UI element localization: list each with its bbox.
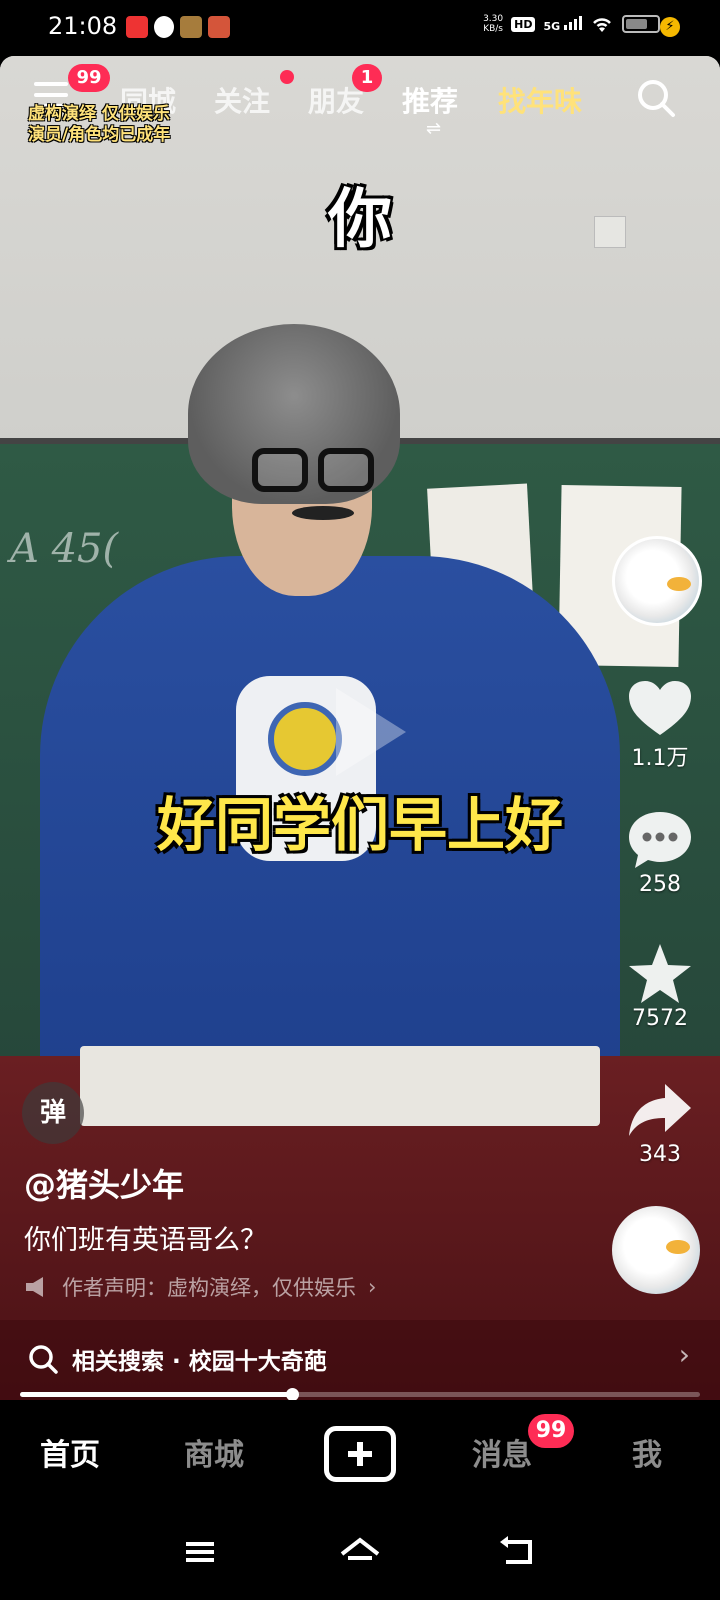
tab-new-year[interactable]: 找年味 bbox=[498, 80, 582, 120]
author-avatar[interactable] bbox=[612, 536, 702, 626]
tab-me[interactable]: 我 bbox=[632, 1430, 662, 1474]
wifi-icon bbox=[593, 18, 611, 32]
app-notification-icon bbox=[208, 16, 230, 38]
glasses-left bbox=[252, 448, 308, 492]
charging-icon: ⚡ bbox=[660, 17, 680, 37]
net-speed-value: 3.30 bbox=[483, 14, 504, 24]
related-search-bar[interactable]: 相关搜索 · 校园十大奇葩 › bbox=[0, 1320, 720, 1400]
chevron-right-icon: › bbox=[368, 1275, 377, 1299]
recent-apps-icon[interactable] bbox=[178, 1532, 222, 1572]
comment-button[interactable]: 258 bbox=[612, 808, 708, 897]
video-disclaimer: 虚构演绎 仅供娱乐 演员/角色均已成年 bbox=[28, 104, 170, 146]
create-plus-button[interactable] bbox=[324, 1426, 396, 1482]
chevron-right-icon: › bbox=[678, 1338, 690, 1371]
heart-icon bbox=[612, 676, 708, 740]
progress-fill bbox=[20, 1392, 292, 1397]
back-icon[interactable] bbox=[496, 1532, 540, 1572]
search-icon[interactable] bbox=[636, 78, 676, 118]
megaphone-icon bbox=[26, 1277, 43, 1297]
video-description[interactable]: 你们班有英语哥么？ bbox=[24, 1218, 267, 1257]
bottom-tab-bar: 首页 商城 消息 99 我 bbox=[0, 1400, 720, 1510]
app-notification-icon bbox=[154, 16, 174, 38]
status-time: 21:08 bbox=[48, 12, 118, 40]
related-search-text: 相关搜索 · 校园十大奇葩 bbox=[72, 1349, 327, 1375]
battery-icon bbox=[622, 15, 660, 33]
music-disc-avatar[interactable] bbox=[612, 1206, 700, 1294]
comment-count: 258 bbox=[639, 872, 681, 897]
comment-icon bbox=[612, 808, 708, 872]
disclaimer-line: 虚构演绎 仅供娱乐 bbox=[28, 104, 170, 124]
status-bar: 21:08 3.30 KB/s HD 5G ⚡ bbox=[0, 0, 720, 56]
video-progress-bar[interactable] bbox=[20, 1388, 700, 1401]
menu-badge: 99 bbox=[68, 64, 110, 92]
chalk-writing: A 45( bbox=[10, 526, 119, 572]
like-button[interactable]: 1.1万 bbox=[612, 676, 708, 772]
network-label: 5G bbox=[543, 19, 561, 33]
status-right: 3.30 KB/s HD 5G bbox=[483, 14, 660, 34]
feed-switch-icon[interactable]: ⇌ bbox=[426, 118, 441, 139]
tab-recommend[interactable]: 推荐 bbox=[402, 80, 458, 120]
hd-icon: HD bbox=[511, 16, 536, 32]
tab-home[interactable]: 首页 bbox=[40, 1430, 100, 1474]
tab-following[interactable]: 关注 bbox=[214, 80, 270, 120]
declaration-text: 作者声明：虚构演绎，仅供娱乐 bbox=[62, 1276, 356, 1300]
net-speed-unit: KB/s bbox=[483, 24, 503, 34]
share-count: 343 bbox=[639, 1142, 681, 1167]
bell-logo-icon bbox=[268, 702, 342, 776]
following-dot-badge bbox=[280, 70, 294, 84]
video-desk-papers bbox=[80, 1046, 600, 1126]
home-icon[interactable] bbox=[338, 1532, 382, 1572]
disclaimer-line: 演员/角色均已成年 bbox=[28, 125, 171, 145]
messages-badge: 99 bbox=[528, 1414, 574, 1448]
net-speed: 3.30 KB/s bbox=[483, 14, 503, 34]
danmaku-toggle-button[interactable]: 弹 bbox=[22, 1082, 84, 1144]
app-notification-icon bbox=[180, 16, 202, 38]
author-name[interactable]: @猪头少年 bbox=[24, 1160, 184, 1206]
favorite-button[interactable]: 7572 bbox=[612, 942, 708, 1031]
favorite-count: 7572 bbox=[632, 1006, 688, 1031]
video-person-mustache bbox=[292, 506, 354, 520]
share-icon bbox=[612, 1078, 708, 1142]
signal-icon: 5G bbox=[543, 15, 582, 33]
glasses-right bbox=[318, 448, 374, 492]
tab-messages[interactable]: 消息 bbox=[472, 1430, 532, 1474]
star-icon bbox=[612, 942, 708, 1006]
share-button[interactable]: 343 bbox=[612, 1078, 708, 1167]
play-icon[interactable] bbox=[336, 688, 406, 776]
friends-badge: 1 bbox=[352, 64, 382, 92]
app-notification-icon bbox=[126, 16, 148, 38]
avatar-beak bbox=[667, 577, 691, 591]
search-icon bbox=[29, 1345, 58, 1374]
notification-icons bbox=[126, 16, 230, 38]
avatar-beak bbox=[666, 1240, 690, 1254]
author-declaration[interactable]: 作者声明：虚构演绎，仅供娱乐 › bbox=[24, 1272, 376, 1302]
subtitle-top: 你 bbox=[328, 183, 392, 257]
system-navigation-bar bbox=[0, 1510, 720, 1600]
like-count: 1.1万 bbox=[631, 746, 689, 771]
tab-mall[interactable]: 商城 bbox=[184, 1430, 244, 1474]
